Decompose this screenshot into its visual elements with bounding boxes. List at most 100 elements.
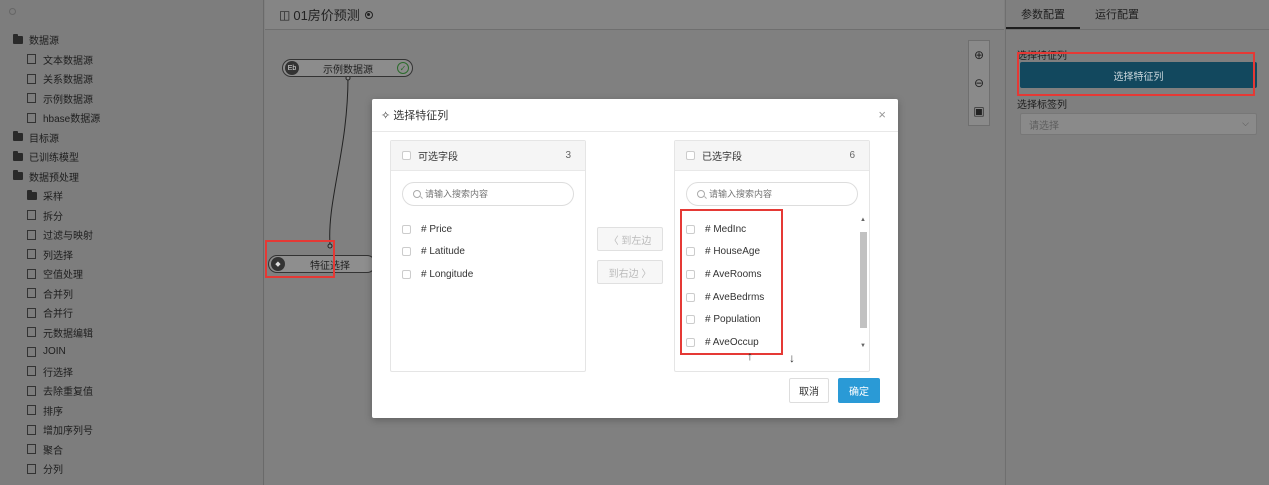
sidebar-item[interactable]: 关系数据源 bbox=[0, 69, 264, 89]
sidebar-item[interactable]: 行选择 bbox=[0, 362, 264, 382]
cancel-button[interactable]: 取消 bbox=[789, 378, 829, 403]
properties-panel: 参数配置 运行配置 选择特征列 选择特征列 选择标签列 请选择 ⌵ bbox=[1005, 0, 1269, 485]
sidebar-item[interactable]: 元数据编辑 bbox=[0, 323, 264, 343]
tab-params[interactable]: 参数配置 bbox=[1006, 0, 1080, 29]
scroll-thumb[interactable] bbox=[860, 232, 867, 328]
label-column-select[interactable]: 请选择 ⌵ bbox=[1020, 113, 1257, 135]
label-column-label: 选择标签列 bbox=[1017, 100, 1067, 111]
selected-list-scrollbar[interactable]: ▲ ▼ bbox=[859, 217, 867, 349]
item-label: # Longitude bbox=[421, 268, 474, 280]
move-down-icon[interactable]: ↓ bbox=[789, 351, 795, 365]
sidebar-item[interactable]: 合并行 bbox=[0, 303, 264, 323]
available-search-box bbox=[402, 182, 574, 206]
sidebar-item[interactable]: 聚合 bbox=[0, 440, 264, 460]
sidebar-item-label: 行选择 bbox=[43, 367, 73, 379]
link-icon bbox=[26, 93, 37, 104]
sidebar-item[interactable]: 过滤与映射 bbox=[0, 225, 264, 245]
sidebar-item[interactable]: 目标源 bbox=[0, 128, 264, 148]
sidebar-item[interactable]: 采样 bbox=[0, 186, 264, 206]
selected-items-highlight-box bbox=[680, 209, 783, 355]
sidebar-item-label: 空值处理 bbox=[43, 270, 83, 282]
select-all-selected-checkbox[interactable] bbox=[686, 151, 695, 160]
sidebar-item[interactable]: 拆分 bbox=[0, 206, 264, 226]
sidebar-item-label: 排序 bbox=[43, 406, 63, 418]
document-icon bbox=[26, 54, 37, 65]
panel-tabs: 参数配置 运行配置 bbox=[1006, 0, 1269, 30]
sidebar-item-label: hbase数据源 bbox=[43, 114, 101, 126]
item-checkbox[interactable] bbox=[402, 269, 411, 279]
sequence-icon bbox=[26, 424, 37, 435]
source-node-label: 示例数据源 bbox=[323, 64, 373, 76]
component-tree: 数据源文本数据源关系数据源示例数据源 hbase数据源目标源已训练模型数据预处理采… bbox=[0, 30, 264, 479]
sidebar-item[interactable]: 去除重复值 bbox=[0, 381, 264, 401]
sidebar-item[interactable]: 数据预处理 bbox=[0, 167, 264, 187]
list-item[interactable]: # Longitude bbox=[391, 263, 585, 286]
folder-icon bbox=[12, 131, 23, 142]
selected-search-input[interactable] bbox=[709, 189, 849, 199]
list-item[interactable]: # Latitude bbox=[391, 241, 585, 264]
sidebar-item-label: 数据源 bbox=[29, 36, 59, 48]
component-sidebar: 数据源文本数据源关系数据源示例数据源 hbase数据源目标源已训练模型数据预处理采… bbox=[0, 0, 264, 485]
sidebar-item[interactable]: 示例数据源 bbox=[0, 89, 264, 109]
node-highlight-box bbox=[265, 240, 335, 278]
selected-fields-panel: 已选字段 6 # MedInc # HouseAge # AveRooms # … bbox=[674, 140, 870, 372]
folder-icon bbox=[26, 189, 37, 201]
source-node[interactable]: Eb 示例数据源 ✓ bbox=[282, 59, 413, 77]
confirm-button[interactable]: 确定 bbox=[838, 378, 880, 403]
move-up-icon[interactable]: ↑ bbox=[747, 349, 753, 363]
search-icon bbox=[697, 190, 705, 198]
document-icon bbox=[26, 73, 37, 84]
sidebar-item[interactable]: 分列 bbox=[0, 459, 264, 479]
sidebar-item[interactable]: 数据源 bbox=[0, 30, 264, 50]
available-fields-title: 可选字段 bbox=[418, 152, 458, 163]
move-to-right-button[interactable]: 到右边 〉 bbox=[597, 260, 663, 284]
sidebar-item[interactable]: 合并列 bbox=[0, 284, 264, 304]
dialog-title: 选择特征列 bbox=[393, 110, 449, 122]
feature-icon: ✧ bbox=[381, 109, 391, 122]
sidebar-item-label: 列选择 bbox=[43, 250, 73, 262]
scroll-down-icon[interactable]: ▼ bbox=[860, 343, 866, 349]
sidebar-item[interactable]: 列选择 bbox=[0, 245, 264, 265]
item-checkbox[interactable] bbox=[402, 224, 411, 234]
scroll-up-icon[interactable]: ▲ bbox=[860, 217, 866, 223]
tab-run-config[interactable]: 运行配置 bbox=[1080, 0, 1154, 29]
join-icon bbox=[26, 346, 37, 357]
aggregate-icon bbox=[26, 444, 37, 455]
sort-icon bbox=[26, 405, 37, 416]
available-search-input[interactable] bbox=[425, 189, 565, 199]
selected-fields-title: 已选字段 bbox=[702, 152, 742, 163]
sidebar-item[interactable]: JOIN bbox=[0, 342, 264, 362]
item-checkbox[interactable] bbox=[402, 247, 411, 257]
folder-icon bbox=[12, 33, 23, 45]
chevron-down-icon: ⌵ bbox=[1242, 118, 1249, 128]
sidebar-item-label: 关系数据源 bbox=[43, 75, 93, 87]
sidebar-item[interactable]: 文本数据源 bbox=[0, 50, 264, 70]
sidebar-item[interactable]: 增加序列号 bbox=[0, 420, 264, 440]
sidebar-item-label: JOIN bbox=[43, 346, 66, 358]
database-icon bbox=[26, 327, 37, 338]
selected-fields-header: 已选字段 6 bbox=[675, 141, 869, 171]
folder-icon bbox=[12, 170, 23, 181]
select-all-available-checkbox[interactable] bbox=[402, 151, 411, 160]
null-icon bbox=[26, 268, 37, 279]
move-to-left-button[interactable]: 〈 到左边 bbox=[597, 227, 663, 251]
sidebar-item[interactable]: 排序 bbox=[0, 401, 264, 421]
sidebar-item-label: 已训练模型 bbox=[29, 153, 79, 165]
sidebar-item[interactable]: hbase数据源 bbox=[0, 108, 264, 128]
selected-search-box bbox=[686, 182, 858, 206]
sidebar-item-label: 分列 bbox=[43, 465, 63, 477]
sidebar-item-label: 拆分 bbox=[43, 211, 63, 223]
available-fields-panel: 可选字段 3 # Price # Latitude # Longitude bbox=[390, 140, 586, 372]
item-label: # Latitude bbox=[421, 246, 465, 258]
sidebar-item[interactable]: 空值处理 bbox=[0, 264, 264, 284]
sidebar-item-label: 增加序列号 bbox=[43, 426, 93, 438]
sidebar-item-label: 合并列 bbox=[43, 289, 73, 301]
sidebar-item-label: 元数据编辑 bbox=[43, 328, 93, 340]
close-icon[interactable]: × bbox=[878, 107, 886, 122]
row-icon bbox=[26, 366, 37, 377]
list-item[interactable]: # Price bbox=[391, 218, 585, 241]
split-column-icon bbox=[26, 463, 37, 474]
sidebar-item[interactable]: 已训练模型 bbox=[0, 147, 264, 167]
available-fields-header: 可选字段 3 bbox=[391, 141, 585, 171]
search-icon[interactable] bbox=[9, 8, 16, 15]
